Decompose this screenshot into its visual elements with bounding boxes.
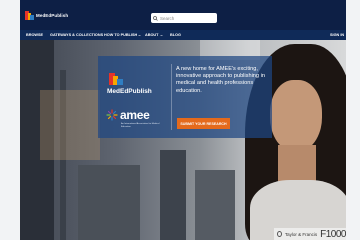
mededpublish-brand: MedEdPublish bbox=[106, 65, 152, 103]
chevron-down-icon bbox=[159, 34, 163, 36]
nav-gateways-label: GATEWAYS & COLLECTIONS bbox=[50, 33, 104, 37]
main-nav: BROWSE GATEWAYS & COLLECTIONS HOW TO PUB… bbox=[20, 30, 346, 40]
partner-tagline: An International Association for Medical… bbox=[121, 123, 160, 128]
mededpublish-logo-icon bbox=[109, 73, 123, 85]
mededpublish-logo-icon bbox=[25, 11, 34, 20]
hero-headline: A new home for AMEE's exciting, innovati… bbox=[176, 66, 265, 94]
logo-text: MedEdPublish bbox=[36, 13, 69, 18]
search-bar[interactable]: Search bbox=[151, 13, 217, 23]
site-header: MedEdPublish Search bbox=[20, 0, 346, 30]
window-light bbox=[40, 90, 100, 160]
amee-logo: amee bbox=[106, 108, 150, 122]
nav-about-label: ABOUT bbox=[145, 33, 159, 37]
left-gutter bbox=[0, 0, 20, 240]
shelf-lower bbox=[78, 165, 140, 240]
right-gutter bbox=[346, 0, 360, 240]
search-icon bbox=[151, 13, 159, 23]
submit-research-button[interactable]: SUBMIT YOUR RESEARCH bbox=[177, 118, 230, 129]
partner-name: amee bbox=[120, 108, 150, 122]
hero-panel: MedEdPublish amee An International Assoc… bbox=[98, 56, 272, 138]
brand-name: MedEdPublish bbox=[107, 88, 152, 95]
nav-how-to-publish[interactable]: HOW TO PUBLISH bbox=[104, 33, 141, 37]
site-logo[interactable]: MedEdPublish bbox=[25, 11, 68, 20]
nav-browse[interactable]: BROWSE bbox=[26, 33, 43, 37]
sign-in-link[interactable]: SIGN IN bbox=[330, 33, 344, 37]
amee-burst-icon bbox=[106, 109, 118, 121]
platform-name: F1000 bbox=[320, 228, 346, 240]
sign-in-label: SIGN IN bbox=[330, 33, 345, 37]
panel-divider bbox=[171, 64, 172, 130]
person-face bbox=[270, 80, 322, 152]
nav-gateways-collections[interactable]: GATEWAYS & COLLECTIONS bbox=[50, 33, 103, 37]
nav-blog[interactable]: BLOG bbox=[170, 33, 181, 37]
publisher-name: Taylor & Francis bbox=[284, 231, 318, 237]
search-input[interactable]: Search bbox=[160, 16, 174, 21]
nav-browse-label: BROWSE bbox=[26, 33, 44, 37]
nav-about[interactable]: ABOUT bbox=[145, 33, 163, 37]
shelf-right bbox=[160, 150, 186, 240]
nav-how-to-publish-label: HOW TO PUBLISH bbox=[104, 33, 138, 37]
person-neck bbox=[278, 145, 316, 185]
nav-blog-label: BLOG bbox=[170, 33, 181, 37]
chevron-down-icon bbox=[138, 34, 141, 36]
taylor-francis-logo-icon bbox=[277, 231, 282, 237]
partner-logos: Taylor & Francis F1000 bbox=[274, 228, 346, 240]
shelf-far bbox=[195, 170, 235, 240]
